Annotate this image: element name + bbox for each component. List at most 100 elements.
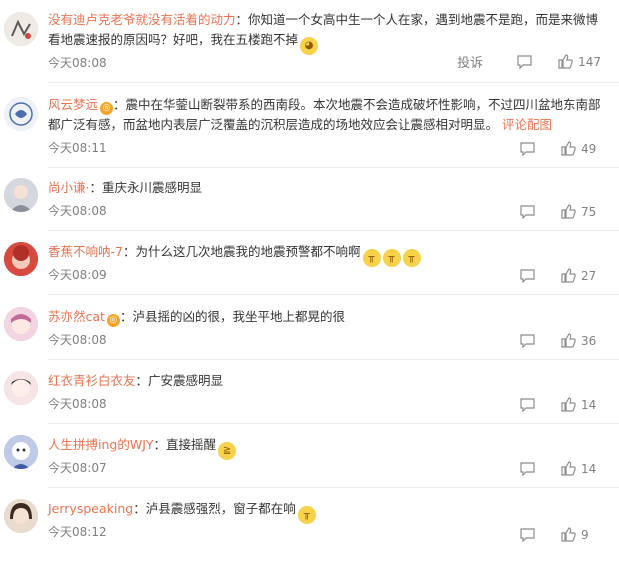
like-button[interactable]: 9 — [561, 527, 601, 542]
thumbs-up-icon — [561, 268, 576, 283]
like-count: 36 — [581, 333, 597, 348]
like-button[interactable]: 27 — [561, 268, 601, 283]
username[interactable]: Jerryspeaking — [48, 501, 133, 516]
avatar[interactable] — [4, 307, 38, 341]
timestamp: 今天08:08 — [48, 204, 107, 218]
cry-emoji-icon: ╥ — [402, 249, 421, 267]
laugh-cry-emoji-icon: ≧ — [218, 442, 237, 460]
avatar[interactable] — [4, 242, 38, 276]
like-button[interactable]: 14 — [561, 461, 601, 476]
divider — [48, 423, 619, 424]
comment-text: 没有迪卢克老爷就没有活着的动力：你知道一个女高中生一个人在家，遇到地震不是跑，而… — [48, 10, 601, 55]
comment-actions: 27 — [494, 268, 601, 283]
thumbs-up-icon — [561, 461, 576, 476]
separator: ： — [89, 180, 102, 195]
comment-text: 风云梦远 ◎ ：震中在华蓥山断裂带系的西南段。本次地震不会造成破坏性影响，不过四川盆… — [48, 95, 601, 135]
comment-actions: 14 — [494, 397, 601, 412]
separator: ： — [135, 373, 149, 388]
comment-icon — [520, 268, 535, 283]
reply-button[interactable] — [520, 461, 535, 476]
comment-body: 直接摇醒 — [166, 437, 217, 452]
cry-emoji-icon: ╥ — [362, 249, 381, 267]
comment-body: 为什么这几次地震我的地震预警都不响啊 — [135, 244, 361, 259]
thumbs-up-icon — [561, 204, 576, 219]
username[interactable]: 尚小谦· — [48, 180, 89, 195]
comment-image-link[interactable]: 评论配图 — [502, 117, 552, 132]
thumbs-up-icon — [561, 527, 576, 542]
reply-button[interactable] — [520, 141, 535, 156]
divider — [48, 359, 619, 360]
like-button[interactable]: 49 — [561, 141, 601, 156]
comment-body: 广安震感明显 — [148, 373, 224, 388]
divider — [48, 230, 619, 231]
avatar[interactable] — [4, 435, 38, 469]
reply-button[interactable] — [520, 204, 535, 219]
divider — [48, 294, 619, 295]
like-count: 147 — [578, 54, 601, 69]
comment-actions: 9 — [494, 527, 601, 542]
cry-emoji-icon: ╥ — [297, 506, 316, 524]
divider — [48, 487, 619, 488]
comment-icon — [520, 527, 535, 542]
thumbs-up-icon — [561, 141, 576, 156]
comment-text: 苏亦然cat ◎ ：泸县摇的凶的很，我坐平地上都晃的很 — [48, 307, 601, 327]
comment-icon — [520, 397, 535, 412]
timestamp: 今天08:11 — [48, 141, 107, 155]
timestamp: 今天08:08 — [48, 397, 107, 411]
like-button[interactable]: 36 — [561, 333, 601, 348]
divider — [48, 167, 619, 168]
like-count: 14 — [581, 461, 597, 476]
comment-icon — [520, 204, 535, 219]
like-button[interactable]: 147 — [558, 54, 601, 69]
separator: ： — [133, 501, 146, 516]
like-button[interactable]: 14 — [561, 397, 601, 412]
separator: ： — [119, 309, 133, 324]
like-count: 75 — [581, 204, 597, 219]
like-count: 27 — [581, 268, 597, 283]
username[interactable]: 苏亦然cat — [48, 309, 105, 324]
comment-icon — [520, 141, 535, 156]
username[interactable]: 没有迪卢克老爷就没有活着的动力 — [48, 12, 236, 27]
comment-list: 没有迪卢克老爷就没有活着的动力：你知道一个女高中生一个人在家，遇到地震不是跑，而… — [0, 0, 619, 561]
comment-actions: 14 — [494, 461, 601, 476]
thumbs-up-icon — [561, 397, 576, 412]
comment-text: Jerryspeaking：泸县震感强烈，窗子都在响 ╥ — [48, 499, 601, 524]
divider — [48, 82, 619, 83]
reply-button[interactable] — [520, 333, 535, 348]
separator: ： — [153, 437, 167, 452]
avatar[interactable] — [4, 12, 38, 46]
username[interactable]: 红衣青衫白衣友 — [48, 373, 136, 388]
username[interactable]: 风云梦远 — [48, 97, 98, 112]
comment-icon — [520, 461, 535, 476]
thumbs-up-icon — [558, 54, 573, 69]
like-count: 9 — [581, 527, 589, 542]
timestamp: 今天08:07 — [48, 461, 107, 475]
avatar[interactable] — [4, 371, 38, 405]
like-count: 49 — [581, 141, 597, 156]
comment-body: 重庆永川震感明显 — [102, 180, 203, 195]
username[interactable]: 香蕉不响呐-7 — [48, 244, 123, 259]
reply-button[interactable] — [517, 54, 532, 69]
comment-actions: 投诉 147 — [457, 52, 601, 71]
comment-actions: 36 — [494, 333, 601, 348]
avatar[interactable] — [4, 178, 38, 212]
separator: ： — [235, 12, 249, 27]
doge-emoji-icon: ◕ — [300, 37, 319, 55]
like-button[interactable]: 75 — [561, 204, 601, 219]
comment-text: 人生拼搏ing的WJY：直接摇醒 ≧ — [48, 435, 601, 460]
comment-actions: 75 — [494, 204, 601, 219]
like-count: 14 — [581, 397, 597, 412]
comment-text: 尚小谦·：重庆永川震感明显 — [48, 178, 601, 198]
comment-actions: 49 — [494, 141, 601, 156]
avatar[interactable] — [4, 97, 38, 131]
comment-text: 香蕉不响呐-7：为什么这几次地震我的地震预警都不响啊 ╥ ╥ ╥ — [48, 242, 601, 267]
username[interactable]: 人生拼搏ing的WJY — [48, 437, 154, 452]
reply-button[interactable] — [520, 527, 535, 542]
timestamp: 今天08:12 — [48, 525, 107, 539]
report-button[interactable]: 投诉 — [457, 52, 483, 71]
comment-body: 泸县震感强烈，窗子都在响 — [145, 501, 296, 516]
reply-button[interactable] — [520, 397, 535, 412]
separator: ： — [113, 97, 126, 112]
avatar[interactable] — [4, 499, 38, 533]
reply-button[interactable] — [520, 268, 535, 283]
